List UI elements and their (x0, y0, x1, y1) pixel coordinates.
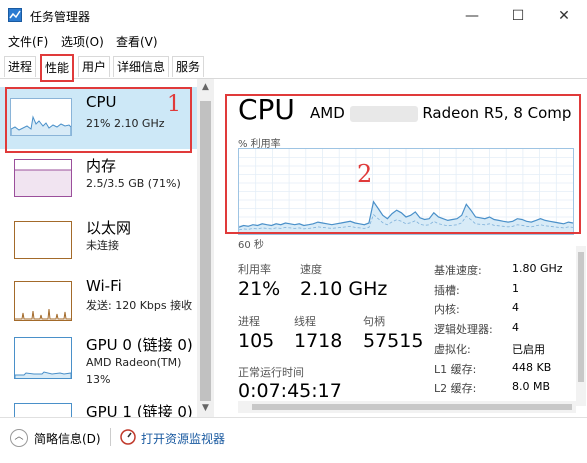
wifi-detail: 发送: 120 Kbps 接收 (86, 299, 193, 312)
detail-label: 内核: (434, 303, 460, 316)
tab-bar: 进程 性能 用户 详细信息 服务 (0, 52, 587, 82)
detail-value: 4 (512, 301, 519, 314)
resource-item-gpu0[interactable]: GPU 0 (链接 0) AMD Radeon(TM) 13% (0, 334, 197, 396)
wifi-name: Wi-Fi (86, 277, 122, 295)
horizontal-scrollbar[interactable] (238, 401, 576, 413)
gpu1-name: GPU 1 (链接 0) (86, 403, 193, 417)
details-scrollbar[interactable] (576, 246, 586, 406)
maximize-button[interactable]: ☐ (495, 0, 541, 32)
menu-bar: 文件(F) 选项(O) 查看(V) (0, 32, 587, 52)
detail-label: 基准速度: (434, 264, 482, 277)
scroll-up-arrow-icon[interactable]: ▲ (197, 82, 214, 92)
detail-label: 逻辑处理器: (434, 323, 493, 336)
bottom-divider (110, 428, 111, 446)
annotation-box-1 (5, 87, 192, 153)
tab-services[interactable]: 服务 (172, 56, 205, 77)
detail-label: 虚拟化: (434, 343, 471, 356)
detail-label: L1 缓存: (434, 363, 477, 376)
sidebar-scrollbar[interactable]: ▲ ▼ (197, 79, 214, 417)
ethernet-name: 以太网 (86, 219, 132, 237)
detail-value: 1.80 GHz (512, 262, 563, 275)
threads-label: 线程 (294, 315, 316, 328)
detail-value: 4 (512, 321, 519, 334)
memory-mini-graph (14, 159, 72, 197)
memory-detail: 2.5/3.5 GB (71%) (86, 177, 181, 190)
gpu0-detail: AMD Radeon(TM) (86, 356, 182, 369)
processes-label: 进程 (238, 315, 260, 328)
gpu0-name: GPU 0 (链接 0) (86, 336, 193, 354)
task-manager-icon (8, 8, 22, 22)
detail-value: 8.0 MB (512, 380, 551, 393)
tab-users[interactable]: 用户 (78, 56, 111, 77)
menu-file[interactable]: 文件(F) (8, 33, 48, 50)
speed-value: 2.10 GHz (300, 278, 388, 300)
scroll-down-arrow-icon[interactable]: ▼ (197, 403, 214, 413)
fewer-details-link[interactable]: 简略信息(D) (34, 430, 101, 447)
details-scroll-thumb[interactable] (578, 252, 584, 382)
detail-value: 已启用 (512, 343, 545, 356)
utilization-value: 21% (238, 278, 281, 300)
memory-name: 内存 (86, 157, 117, 175)
menu-view[interactable]: 查看(V) (116, 33, 158, 50)
resource-item-ethernet[interactable]: 以太网 未连接 (0, 215, 197, 277)
open-resource-monitor-link[interactable]: 打开资源监视器 (141, 430, 225, 447)
scroll-thumb[interactable] (200, 101, 211, 401)
handles-value: 57515 (363, 330, 424, 352)
tab-details[interactable]: 详细信息 (113, 56, 170, 77)
speed-label: 速度 (300, 263, 322, 276)
resource-item-wifi[interactable]: Wi-Fi 发送: 120 Kbps 接收 (0, 277, 197, 339)
utilization-label: 利用率 (238, 263, 271, 276)
gpu1-mini-graph (14, 403, 72, 417)
gpu0-usage: 13% (86, 373, 111, 386)
uptime-value: 0:07:45:17 (238, 380, 342, 402)
uptime-label: 正常运行时间 (238, 366, 304, 379)
wifi-mini-graph (14, 281, 72, 321)
annotation-label-2: 2 (357, 160, 373, 188)
detail-label: L2 缓存: (434, 382, 477, 395)
ethernet-detail: 未连接 (86, 239, 119, 252)
resource-monitor-icon (120, 429, 136, 445)
minimize-button[interactable]: — (449, 0, 495, 32)
time-axis-label: 60 秒 (238, 240, 264, 251)
bottom-bar: ︿ 简略信息(D) 打开资源监视器 (0, 417, 587, 463)
ethernet-mini-graph (14, 221, 72, 259)
window-title: 任务管理器 (30, 10, 91, 24)
tab-processes[interactable]: 进程 (4, 56, 37, 77)
resource-item-memory[interactable]: 内存 2.5/3.5 GB (71%) (0, 151, 197, 213)
detail-label: 插槽: (434, 284, 460, 297)
resource-item-gpu1[interactable]: GPU 1 (链接 0) (0, 399, 197, 417)
handles-label: 句柄 (363, 315, 385, 328)
annotation-label-1: 1 (167, 92, 181, 117)
gpu0-mini-graph (14, 337, 72, 379)
threads-value: 1718 (294, 330, 343, 352)
horizontal-scroll-thumb[interactable] (252, 404, 572, 410)
detail-value: 1 (512, 282, 519, 295)
processes-value: 105 (238, 330, 275, 352)
detail-value: 448 KB (512, 361, 552, 374)
menu-options[interactable]: 选项(O) (61, 33, 104, 50)
chevron-up-icon[interactable]: ︿ (10, 429, 28, 447)
annotation-box-2 (225, 94, 581, 234)
title-bar: 任务管理器 — ☐ ✕ (0, 0, 587, 32)
tab-performance[interactable]: 性能 (40, 54, 75, 82)
close-button[interactable]: ✕ (541, 0, 587, 32)
